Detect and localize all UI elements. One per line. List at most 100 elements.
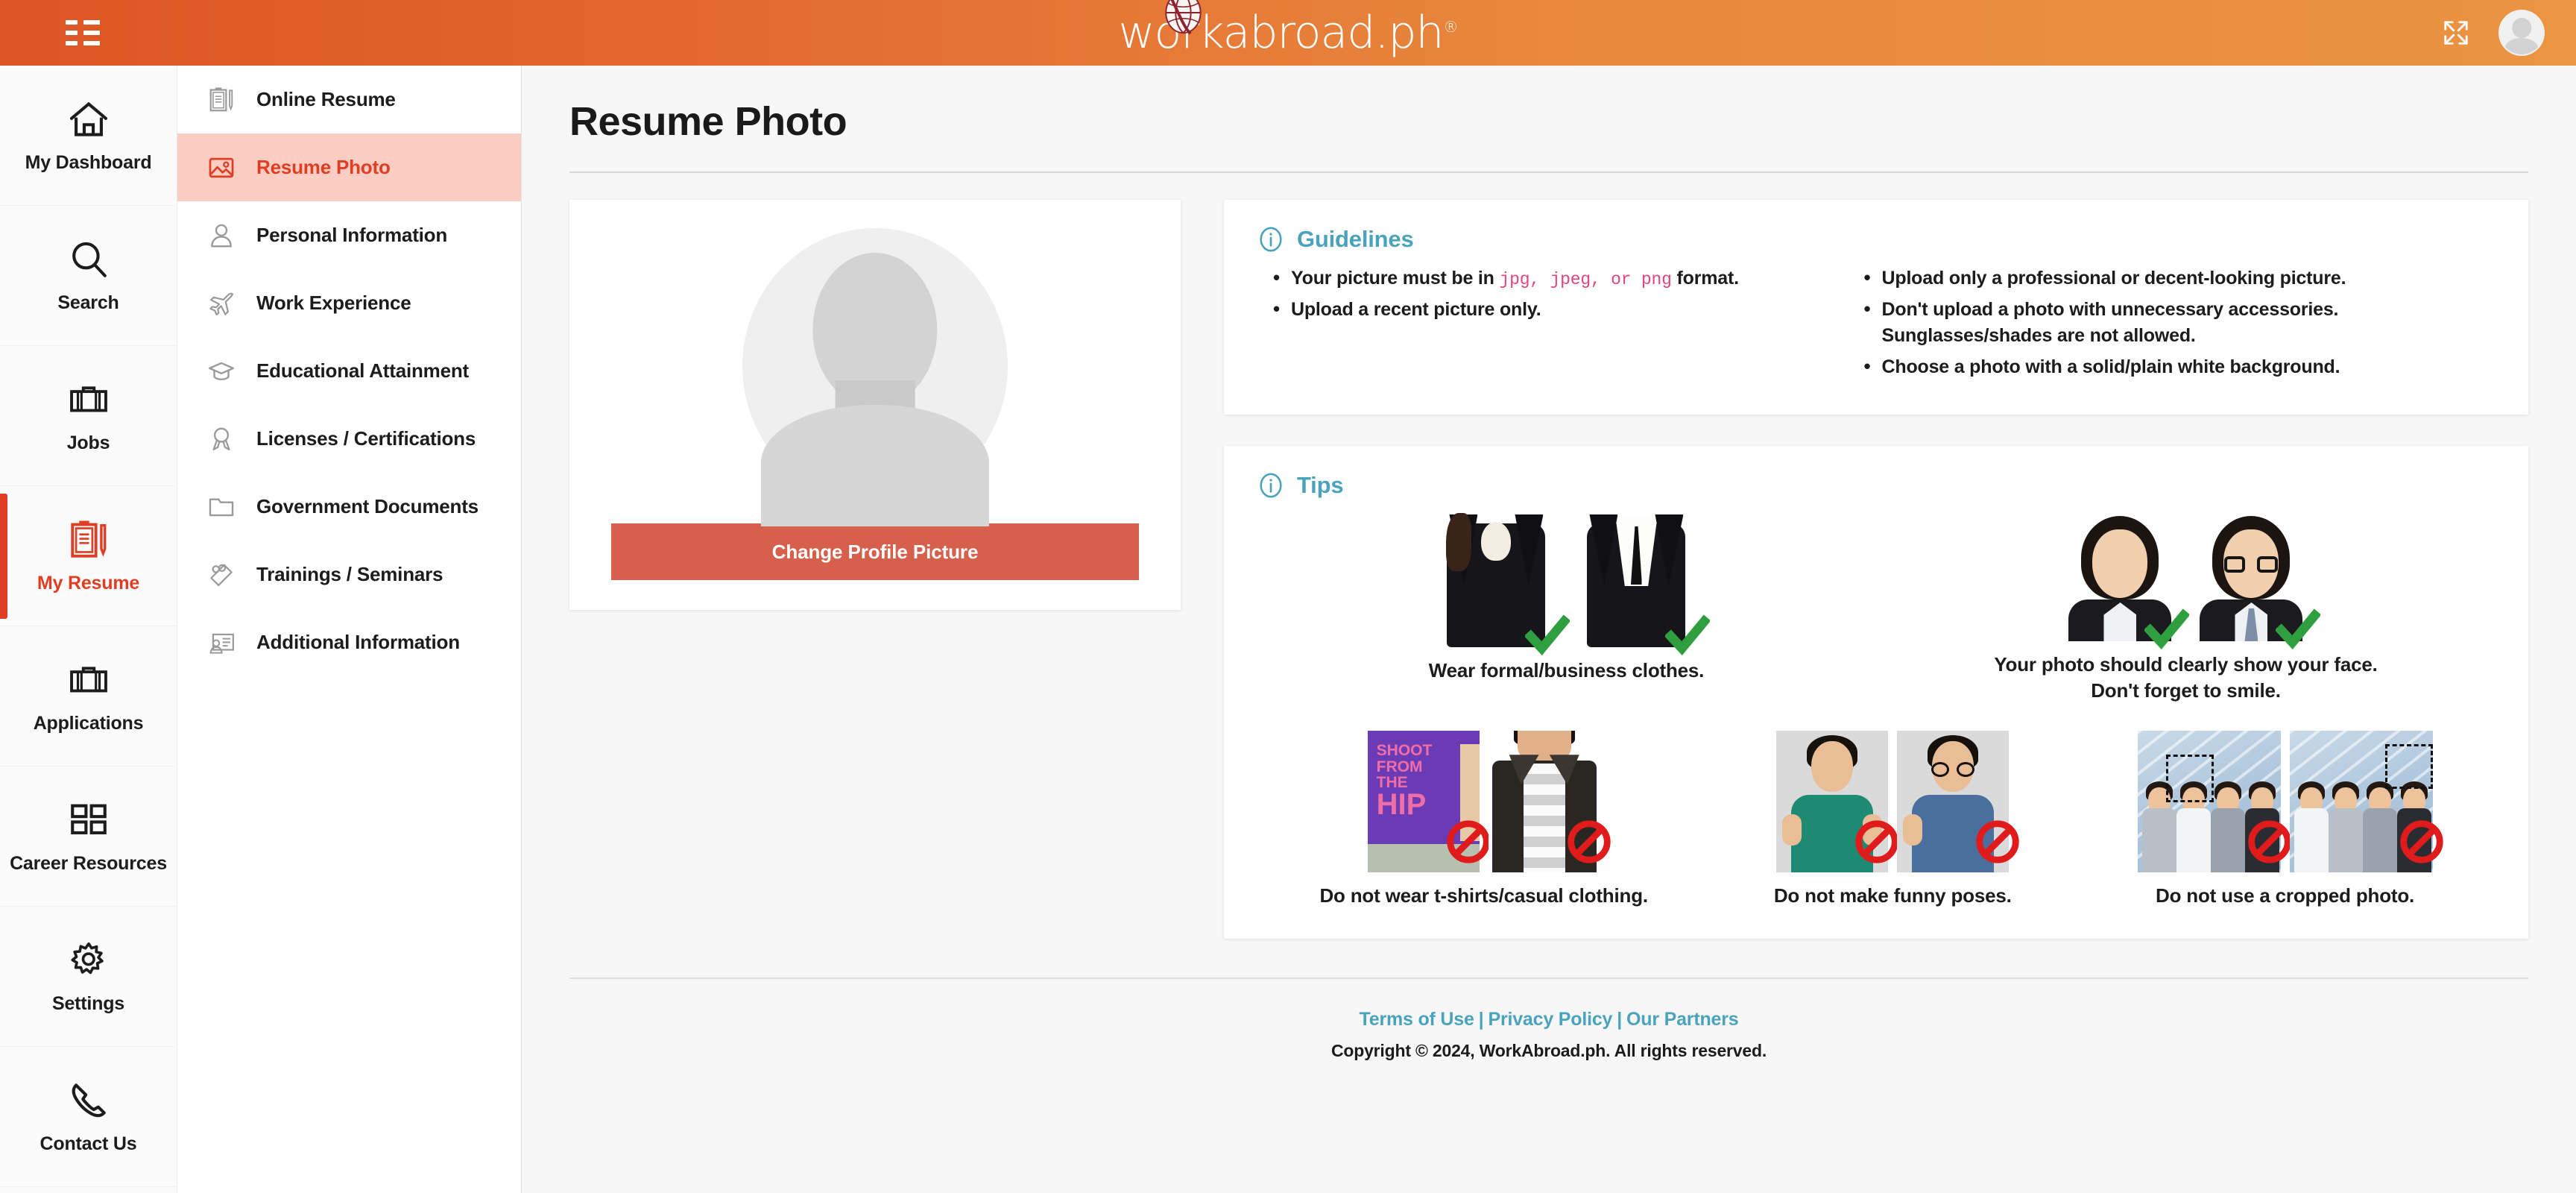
tip-images <box>2137 731 2443 873</box>
sidebar-item-label: Career Resources <box>10 852 167 874</box>
tips-row-1: Wear formal/business clothes. Your photo… <box>1257 513 2496 704</box>
search-icon <box>72 242 107 277</box>
right-column: Guidelines Your picture must be in jpg, … <box>1224 200 2528 939</box>
clipboard-pencil-icon <box>209 86 233 111</box>
subnav-item-educational-attainment[interactable]: Educational Attainment <box>177 337 521 405</box>
sidebar-item-label: My Dashboard <box>25 151 152 173</box>
sidebar-item-contact-us[interactable]: Contact Us <box>0 1047 177 1187</box>
header-actions <box>2442 10 2545 56</box>
app-header: workabroad.ph® <box>0 0 2576 66</box>
airplane-icon <box>209 292 234 315</box>
terms-of-use-link[interactable]: Terms of Use <box>1360 1009 1474 1030</box>
casual-shirt-figure <box>1488 731 1611 873</box>
sidebar-item-my-dashboard[interactable]: My Dashboard <box>0 66 177 206</box>
headshot-man-figure <box>2195 513 2321 649</box>
group-photo-crop-2 <box>2289 731 2443 873</box>
subnav-item-label: Work Experience <box>256 292 411 314</box>
subnav-item-additional-information[interactable]: Additional Information <box>177 608 521 676</box>
sidebar-item-jobs[interactable]: Jobs <box>0 346 177 486</box>
award-ribbon-icon <box>212 427 230 450</box>
sidebar-item-label: My Resume <box>37 572 140 594</box>
subnav-item-online-resume[interactable]: Online Resume <box>177 66 521 133</box>
subnav-item-label: Educational Attainment <box>256 359 469 382</box>
tip-caption: Your photo should clearly show your face… <box>1994 653 2378 702</box>
guideline-item: Upload a recent picture only. <box>1267 295 1827 324</box>
avatar[interactable] <box>2498 10 2545 56</box>
subnav-item-government-documents[interactable]: Government Documents <box>177 473 521 541</box>
tip-no-cropped-photo: Do not use a cropped photo. <box>2137 731 2443 909</box>
subnav-item-label: Trainings / Seminars <box>256 563 443 585</box>
tip-caption: Do not make funny poses. <box>1773 884 2012 907</box>
page-root: workabroad.ph® My Dashboard Search Jobs … <box>0 0 2576 1193</box>
subnav-item-work-experience[interactable]: Work Experience <box>177 269 521 337</box>
tips-panel: Tips Wear formal/business clothes. Your … <box>1224 446 2528 939</box>
guidelines-left-column: Your picture must be in jpg, jpeg, or pn… <box>1257 264 1827 385</box>
fullscreen-expand-icon[interactable] <box>2442 19 2470 47</box>
hamburger-icon[interactable] <box>66 20 100 45</box>
tips-row-2: SHOOT FROM THE HIP Do not wear t-shirts/… <box>1257 731 2496 909</box>
format-code: jpg, jpeg, or png <box>1499 270 1672 289</box>
title-divider <box>569 171 2528 173</box>
green-check-icon <box>2276 608 2321 649</box>
home-icon <box>69 101 107 136</box>
info-circle-icon <box>1260 473 1282 498</box>
subnav-item-trainings-seminars[interactable]: Trainings / Seminars <box>177 541 521 608</box>
change-profile-picture-button[interactable]: Change Profile Picture <box>611 523 1139 580</box>
subnav-item-label: Resume Photo <box>256 156 391 178</box>
folder-icon <box>209 498 234 516</box>
subnav-item-personal-information[interactable]: Personal Information <box>177 201 521 269</box>
our-partners-link[interactable]: Our Partners <box>1626 1009 1739 1030</box>
guidelines-header: Guidelines <box>1257 225 2496 254</box>
tips-title: Tips <box>1297 472 1344 498</box>
info-circle-icon <box>1260 227 1282 252</box>
tshirt-print: SHOOT FROM THE HIP <box>1376 742 1433 822</box>
grid-icon <box>70 804 107 834</box>
sidebar-item-label: Applications <box>33 712 144 734</box>
site-logo[interactable]: workabroad.ph® <box>1118 0 1459 59</box>
sidebar-item-career-resources[interactable]: Career Resources <box>0 767 177 907</box>
tip-caption: Do not wear t-shirts/casual clothing. <box>1319 884 1648 907</box>
sidebar-item-my-resume[interactable]: My Resume <box>0 486 177 626</box>
sidebar-item-settings[interactable]: Settings <box>0 907 177 1047</box>
page-footer: Terms of Use | Privacy Policy | Our Partners… <box>569 978 2528 1061</box>
guidelines-panel: Guidelines Your picture must be in jpg, … <box>1224 200 2528 415</box>
tip-no-casual: SHOOT FROM THE HIP Do not wear t-shirts/… <box>1319 731 1648 909</box>
guideline-item: Upload only a professional or decent-loo… <box>1858 264 2496 292</box>
no-entry-icon <box>1446 820 1490 863</box>
no-entry-icon <box>2247 820 2291 863</box>
no-entry-icon <box>2399 820 2443 863</box>
guidelines-right-column: Upload only a professional or decent-loo… <box>1858 264 2496 385</box>
green-check-icon <box>1665 614 1711 655</box>
tip-caption: Do not use a cropped photo. <box>2156 884 2415 907</box>
tip-images <box>1436 513 1711 655</box>
graduation-cap-icon <box>208 362 235 380</box>
no-entry-icon <box>1855 820 1898 863</box>
sidebar-item-label: Jobs <box>66 432 110 453</box>
guidelines-title: Guidelines <box>1297 226 1414 252</box>
formal-woman-figure <box>1436 513 1570 655</box>
phone-icon <box>72 1083 106 1117</box>
page-title: Resume Photo <box>569 99 847 144</box>
headshot-woman-figure <box>2064 513 2190 649</box>
sidebar-item-applications[interactable]: Applications <box>0 626 177 767</box>
subnav-item-licenses-certifications[interactable]: Licenses / Certifications <box>177 405 521 473</box>
gear-icon <box>70 942 104 974</box>
green-check-icon <box>2144 608 2190 649</box>
tip-no-funny-poses: Do not make funny poses. <box>1773 731 2019 909</box>
puzzle-tag-icon <box>210 564 233 586</box>
casual-tshirt-figure: SHOOT FROM THE HIP <box>1367 731 1490 873</box>
subnav-item-label: Licenses / Certifications <box>256 427 476 450</box>
sidebar-item-label: Contact Us <box>40 1133 137 1154</box>
briefcase-icon <box>69 385 107 412</box>
privacy-policy-link[interactable]: Privacy Policy <box>1488 1009 1612 1030</box>
subnav-item-resume-photo[interactable]: Resume Photo <box>177 133 521 201</box>
person-icon <box>211 224 232 247</box>
main-content: Resume Photo Change Profile Picture Guid… <box>522 66 2576 1193</box>
sidebar-item-search[interactable]: Search <box>0 206 177 346</box>
content-row: Change Profile Picture Guidelines • Your… <box>569 200 2528 939</box>
logo-registered-mark: ® <box>1443 18 1459 36</box>
id-card-icon <box>209 633 234 654</box>
subnav-item-label: Additional Information <box>256 631 460 653</box>
globe-icon <box>1165 0 1202 35</box>
profile-photo-frame <box>611 228 1139 526</box>
